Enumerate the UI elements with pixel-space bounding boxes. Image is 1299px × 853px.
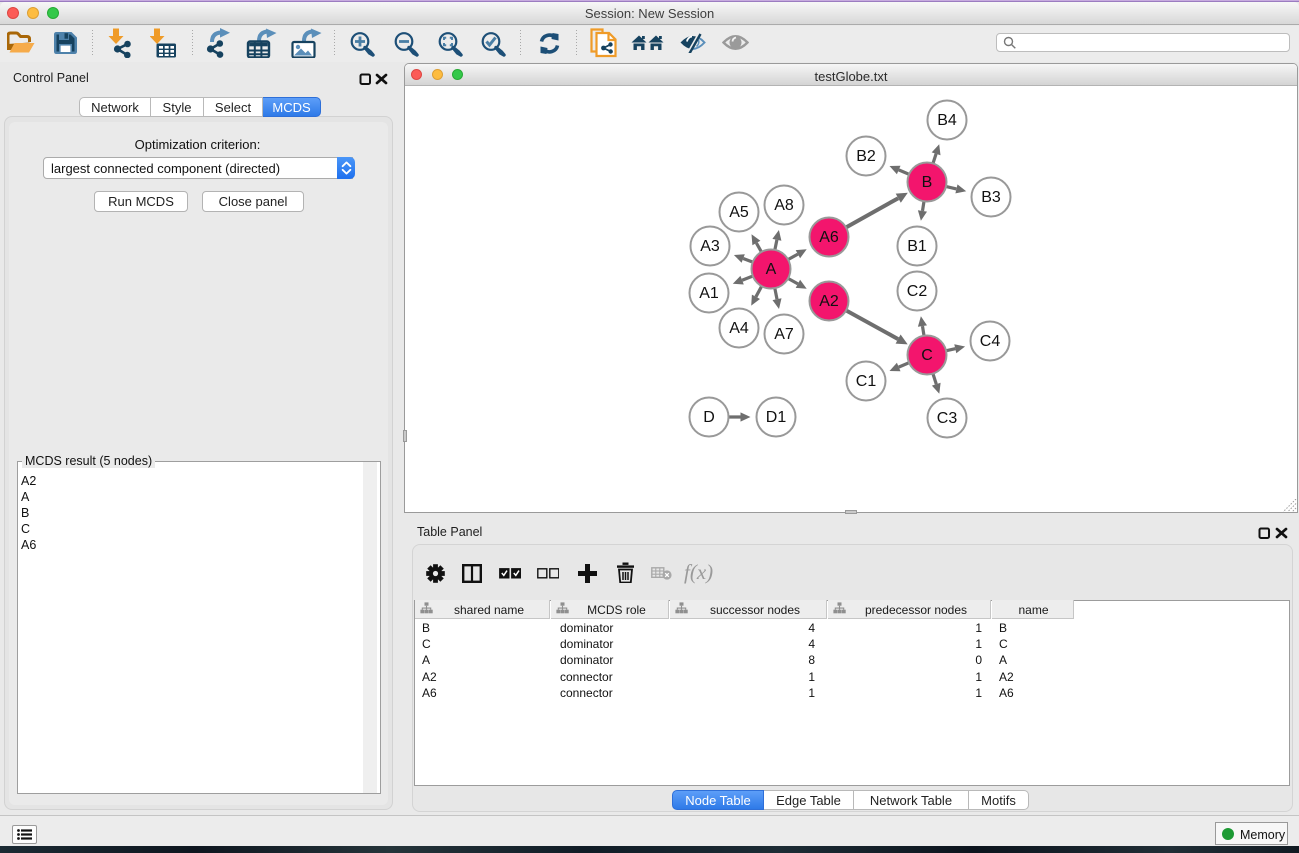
svg-text:B3: B3 [981, 189, 1001, 206]
svg-text:A1: A1 [699, 285, 719, 302]
svg-text:C1: C1 [856, 373, 877, 390]
svg-text:B2: B2 [856, 148, 876, 165]
svg-text:A6: A6 [819, 229, 839, 246]
svg-text:D1: D1 [766, 409, 787, 426]
svg-text:A8: A8 [774, 197, 794, 214]
svg-text:C: C [921, 347, 933, 364]
svg-text:B4: B4 [937, 112, 957, 129]
svg-text:A4: A4 [729, 320, 749, 337]
svg-text:A3: A3 [700, 238, 720, 255]
svg-text:C3: C3 [937, 410, 958, 427]
svg-text:C2: C2 [907, 283, 928, 300]
svg-text:C4: C4 [980, 333, 1001, 350]
svg-text:A5: A5 [729, 204, 749, 221]
svg-text:A2: A2 [819, 293, 839, 310]
svg-text:B1: B1 [907, 238, 927, 255]
svg-text:D: D [703, 409, 715, 426]
svg-text:A: A [766, 261, 777, 278]
svg-text:A7: A7 [774, 326, 794, 343]
svg-text:B: B [922, 174, 933, 191]
